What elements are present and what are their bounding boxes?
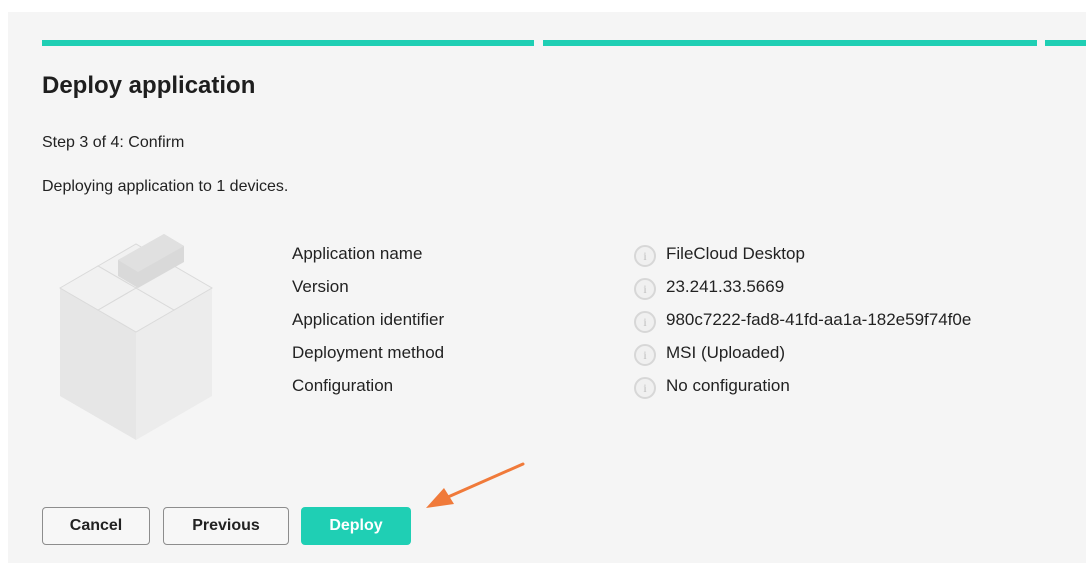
detail-label: Deployment method bbox=[292, 343, 445, 362]
detail-row-deployment-method: Deployment method i MSI (Uploaded) bbox=[292, 336, 1052, 369]
detail-value: 980c7222-fad8-41fd-aa1a-182e59f74f0e bbox=[666, 310, 972, 329]
detail-value: No configuration bbox=[666, 376, 790, 395]
detail-label: Configuration bbox=[292, 376, 394, 395]
deploy-button[interactable]: Deploy bbox=[301, 507, 411, 545]
detail-row-configuration: Configuration i No configuration bbox=[292, 369, 1052, 402]
page-title: Deploy application bbox=[42, 72, 256, 99]
info-icon[interactable]: i bbox=[634, 245, 656, 267]
detail-value: MSI (Uploaded) bbox=[666, 343, 786, 362]
info-icon[interactable]: i bbox=[634, 377, 656, 399]
detail-row-version: Version i 23.241.33.5669 bbox=[292, 270, 1052, 303]
deployment-description: Deploying application to 1 devices. bbox=[42, 178, 289, 195]
detail-value: FileCloud Desktop bbox=[666, 244, 805, 263]
detail-label: Version bbox=[292, 277, 349, 296]
previous-button[interactable]: Previous bbox=[163, 507, 289, 545]
detail-label: Application name bbox=[292, 244, 423, 263]
application-details: Application name i FileCloud Desktop Ver… bbox=[292, 237, 1052, 402]
cropped-top-strip bbox=[0, 0, 1086, 12]
info-icon[interactable]: i bbox=[634, 278, 656, 300]
application-cube-icon bbox=[59, 234, 213, 440]
detail-label: Application identifier bbox=[292, 310, 445, 329]
deploy-dialog: Deploy application Step 3 of 4: Confirm … bbox=[8, 12, 1086, 563]
cancel-button[interactable]: Cancel bbox=[42, 507, 150, 545]
step-progress-bar-3 bbox=[1045, 40, 1086, 46]
detail-value: 23.241.33.5669 bbox=[666, 277, 785, 296]
info-icon[interactable]: i bbox=[634, 311, 656, 333]
annotation-arrow-icon bbox=[426, 462, 525, 508]
step-indicator: Step 3 of 4: Confirm bbox=[42, 134, 185, 151]
info-icon[interactable]: i bbox=[634, 344, 656, 366]
step-progress-bar-1 bbox=[42, 40, 534, 46]
detail-row-application-name: Application name i FileCloud Desktop bbox=[292, 237, 1052, 270]
step-progress-bar-2 bbox=[543, 40, 1037, 46]
detail-row-application-identifier: Application identifier i 980c7222-fad8-4… bbox=[292, 303, 1052, 336]
